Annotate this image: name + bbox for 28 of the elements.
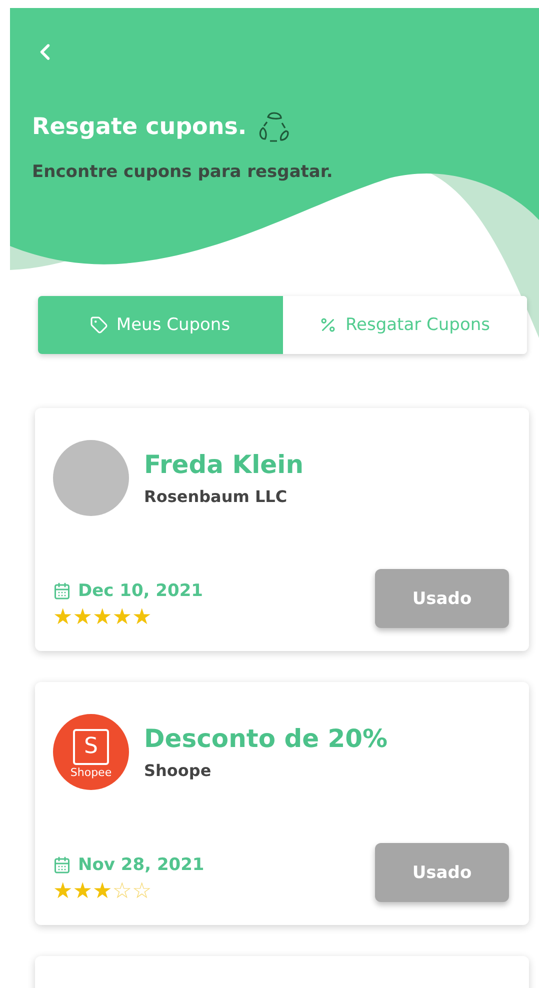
star-icon: ☆ (132, 881, 152, 903)
leaf-cycle-icon (256, 110, 291, 144)
coupon-title: Freda Klein (144, 450, 304, 479)
tag-icon (90, 316, 108, 334)
calendar-icon (53, 582, 71, 600)
tab[interactable]: Resgatar Cupons (282, 296, 527, 354)
coupon-date: Nov 28, 2021 (78, 855, 204, 875)
star-icon: ★ (92, 607, 112, 629)
star-icon: ☆ (112, 881, 132, 903)
used-button[interactable]: Usado (375, 843, 509, 902)
calendar-icon (53, 856, 71, 874)
star-icon: ★ (92, 881, 112, 903)
star-icon: ★ (53, 881, 73, 903)
percent-icon (319, 316, 338, 334)
star-icon: ★ (132, 607, 152, 629)
shopping-bag-logo: S Shopee (53, 714, 129, 790)
page-subtitle: Encontre cupons para resgatar. (32, 162, 334, 182)
tab[interactable]: Meus Cupons (38, 296, 282, 354)
coupon-company: Rosenbaum LLC (144, 487, 288, 506)
star-icon: ★ (53, 607, 73, 629)
coupon-company: Shoope (144, 761, 212, 780)
used-button[interactable]: Usado (375, 569, 509, 628)
star-icon: ★ (72, 607, 92, 629)
star-icon: ★ (72, 881, 92, 903)
coupon-title: Desconto de 20% (144, 724, 388, 753)
page-title: Resgate cupons. (32, 114, 247, 140)
coupon-date: Dec 10, 2021 (78, 581, 203, 601)
star-icon: ★ (112, 607, 132, 629)
